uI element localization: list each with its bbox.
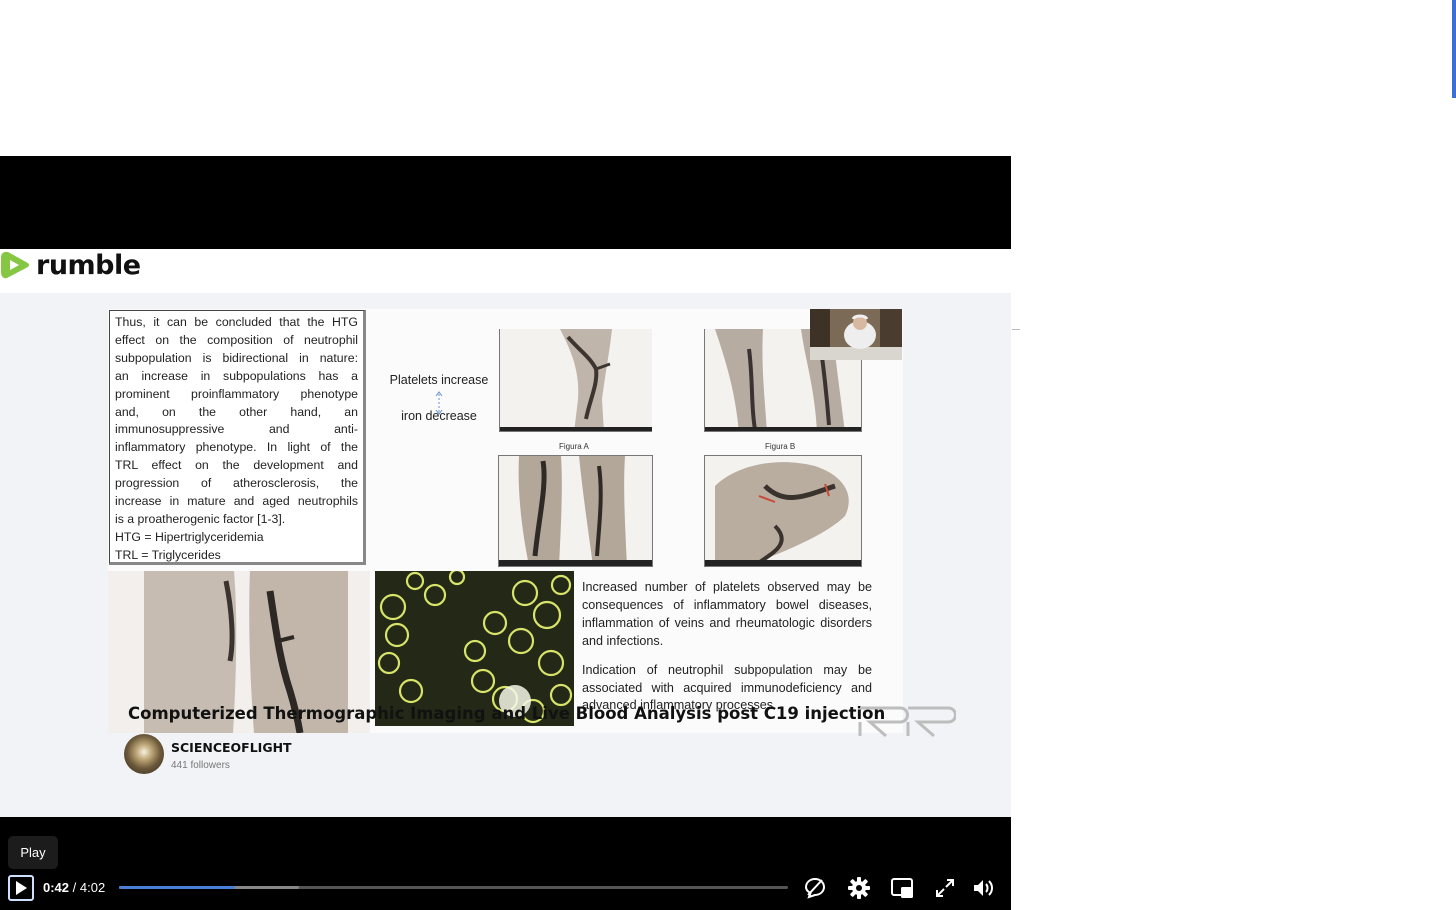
video-player[interactable]: rumble Thus, it can be concluded that th… <box>0 156 1011 910</box>
conclusion-textbox: Thus, it can be concluded that the HTG e… <box>109 310 366 565</box>
htg-definition: HTG = Hipertriglyceridemia <box>115 529 264 544</box>
brand-bar: rumble <box>0 249 1011 293</box>
page-scrollbar[interactable] <box>1452 0 1456 98</box>
thermogram-a-bottom <box>498 455 653 567</box>
current-time: 0:42 <box>43 880 70 895</box>
time-separator: / <box>69 880 80 895</box>
conclusion-line: prominent proinflammatory phenotype <box>115 386 358 401</box>
conclusion-line: an increase in subpopulations has a <box>115 368 358 383</box>
channel-name[interactable]: SCIENCEOFLIGHT <box>171 740 292 755</box>
progress-bar[interactable] <box>119 886 788 889</box>
thermogram-a-top <box>499 329 652 432</box>
settings-icon <box>848 877 870 899</box>
conclusion-line: subpopulation is bidirectional in nature… <box>115 350 358 365</box>
follower-count: 441 followers <box>171 760 230 771</box>
conclusion-line: progression of atherosclerosis, the <box>115 476 358 491</box>
divider <box>1012 329 1020 330</box>
live-blood-microscopy <box>375 571 574 726</box>
conclusion-line: and, on the other hand, an <box>115 404 358 419</box>
play-icon <box>16 881 27 895</box>
played-progress <box>119 886 236 889</box>
platelets-label: Platelets increase <box>389 373 489 387</box>
trl-definition: TRL = Triglycerides <box>115 547 221 562</box>
video-title: Computerized Thermographic Imaging and L… <box>128 704 886 723</box>
volume-icon <box>974 880 993 896</box>
conclusion-line: effect on the composition of neutrophil <box>115 332 358 347</box>
conclusion-line: TRL effect on the development and <box>115 458 358 473</box>
conclusion-line: Thus, it can be concluded that the HTG <box>115 315 358 329</box>
iron-label: iron decrease <box>401 409 477 423</box>
figure-b-caption: Figura B <box>765 442 796 451</box>
figure-a-caption: Figura A <box>559 442 589 451</box>
presenter-thumbnail <box>810 309 902 360</box>
conclusion-line: inflammatory phenotype. In light of the <box>115 440 358 455</box>
presentation-slide: Thus, it can be concluded that the HTG e… <box>108 309 903 733</box>
duration: 4:02 <box>79 880 106 895</box>
picture-in-picture-button[interactable] <box>889 875 915 901</box>
rumble-play-icon <box>1 252 29 279</box>
channel-watermark-logo <box>858 706 956 738</box>
volume-button[interactable] <box>971 875 997 901</box>
channel-avatar[interactable] <box>124 734 164 774</box>
thermogram-b-bottom <box>704 455 862 567</box>
settings-button[interactable] <box>846 875 872 901</box>
time-display: 0:42 / 4:02 <box>43 880 105 895</box>
fullscreen-button[interactable] <box>932 875 958 901</box>
play-tooltip: Play <box>8 836 58 869</box>
video-frame[interactable]: rumble Thus, it can be concluded that th… <box>0 249 1011 817</box>
fullscreen-icon <box>936 879 954 897</box>
rumble-wordmark: rumble <box>36 249 141 281</box>
pip-icon <box>891 878 913 898</box>
conclusion-line: immunosuppressive and anti- <box>115 422 358 437</box>
findings-paragraph: Increased number of platelets observed m… <box>582 580 872 648</box>
chat-toggle-button[interactable] <box>802 875 828 901</box>
conclusion-line: increase in mature and aged neutrophils <box>115 494 358 509</box>
conclusion-line: is a proatherogenic factor [1-3]. <box>115 511 286 526</box>
rumble-logo: rumble <box>0 249 141 281</box>
chat-icon <box>804 877 826 899</box>
play-button[interactable] <box>8 875 34 901</box>
